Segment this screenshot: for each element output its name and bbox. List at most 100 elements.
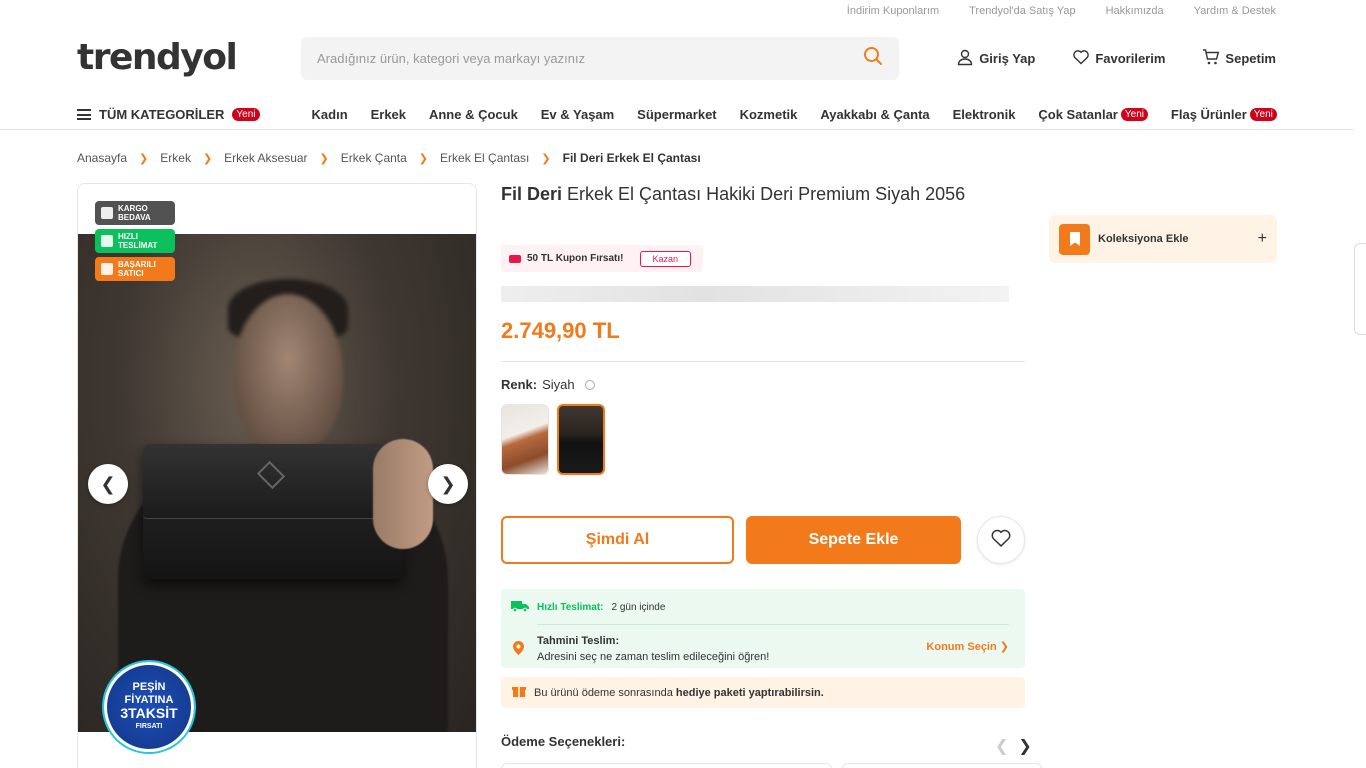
info-icon[interactable] (584, 379, 595, 390)
coupon-banner: 50 TL Kupon Fırsatı! Kazan (501, 245, 703, 272)
link-discount-coupons[interactable]: İndirim Kuponlarım (847, 5, 939, 17)
login-button[interactable]: Giriş Yap (956, 48, 1035, 69)
truck-icon (511, 600, 529, 615)
nav-item-elektronik[interactable]: Elektronik (953, 107, 1016, 122)
plus-icon: + (1257, 230, 1267, 247)
all-categories-button[interactable]: TÜM KATEGORİLER Yeni (77, 107, 260, 122)
side-tab[interactable] (1354, 243, 1366, 335)
next-image-button[interactable]: ❯ (428, 464, 468, 504)
nav-item-ayakkabi-canta[interactable]: Ayakkabı & Çanta (820, 107, 929, 122)
nav-item-ev-yasam[interactable]: Ev & Yaşam (541, 107, 614, 122)
color-value: Siyah (542, 377, 575, 392)
divider (537, 624, 1009, 625)
category-nav: TÜM KATEGORİLER Yeni Kadın Erkek Anne & … (77, 100, 1277, 128)
heart-icon (990, 527, 1012, 554)
delivery-info: Hızlı Teslimat: 2 gün içinde Tahmini Tes… (501, 589, 1025, 668)
nav-item-label: Çok Satanlar (1038, 106, 1118, 122)
chevron-right-icon: ❯ (319, 152, 329, 165)
top-links: İndirim Kuponlarım Trendyol'da Satış Yap… (847, 5, 1276, 17)
breadcrumb-item[interactable]: Erkek (160, 151, 191, 165)
product-image[interactable] (78, 234, 476, 732)
breadcrumb-item[interactable]: Erkek Aksesuar (224, 151, 307, 165)
add-to-collection-button[interactable]: Koleksiyona Ekle + (1049, 215, 1277, 263)
breadcrumb-item[interactable]: Anasayfa (77, 151, 127, 165)
header-actions: Giriş Yap Favorilerim Sepetim (956, 48, 1276, 69)
new-badge: Yeni (1249, 107, 1277, 121)
heart-icon (1072, 48, 1090, 69)
estimated-delivery-text: Adresini seç ne zaman teslim edileceğini… (537, 651, 770, 663)
chevron-left-icon[interactable]: ❮ (995, 736, 1008, 756)
gift-text-bold: hediye paketi yaptırabilirsin. (675, 686, 824, 699)
chevron-left-icon: ❮ (100, 473, 116, 494)
coupon-icon (509, 254, 521, 263)
payment-options-nav: ❮ ❯ (995, 736, 1032, 756)
loading-placeholder (501, 286, 1009, 302)
chevron-right-icon: ❯ (541, 152, 551, 165)
chevron-right-icon: ❯ (202, 152, 213, 165)
color-option-black[interactable] (557, 404, 605, 475)
bookmark-icon (1059, 223, 1090, 255)
nav-item-kadin[interactable]: Kadın (312, 107, 348, 122)
user-icon (956, 48, 974, 69)
breadcrumb: Anasayfa ❯ Erkek ❯ Erkek Aksesuar ❯ Erke… (77, 151, 701, 165)
link-help[interactable]: Yardım & Destek (1194, 5, 1276, 17)
nav-item-cok-satanlar[interactable]: Çok Satanlar Yeni (1038, 107, 1148, 122)
gift-icon (512, 684, 526, 701)
color-option-brown[interactable] (501, 404, 549, 475)
menu-icon (77, 108, 91, 120)
login-label: Giriş Yap (979, 51, 1036, 66)
fast-delivery-row: Hızlı Teslimat: 2 gün içinde (511, 600, 665, 615)
chevron-right-icon: ❯ (418, 152, 429, 165)
product-brand[interactable]: Fil Deri (501, 184, 562, 204)
favorites-button[interactable]: Favorilerim (1072, 48, 1165, 69)
badge-label: BAŞARILI SATICI (118, 260, 156, 278)
nav-item-kozmetik[interactable]: Kozmetik (740, 107, 798, 122)
promo-line: FIRSATI (135, 723, 163, 730)
installment-promo-badge: PEŞİN FİYATINA 3TAKSİT FIRSATI (104, 662, 194, 752)
search-bar[interactable]: Aradığınız ürün, kategori veya markayı y… (301, 37, 899, 80)
select-location-label: Konum Seçin (926, 641, 997, 653)
payment-option-card[interactable] (501, 763, 832, 768)
nav-item-erkek[interactable]: Erkek (371, 107, 406, 122)
color-selector-label: Renk: Siyah (501, 377, 595, 392)
search-input[interactable]: Aradığınız ürün, kategori veya markayı y… (317, 51, 863, 66)
previous-image-button[interactable]: ❮ (88, 464, 128, 504)
new-badge: Yeni (232, 107, 260, 121)
chevron-right-icon[interactable]: ❯ (1018, 736, 1031, 756)
cart-icon (1202, 48, 1220, 69)
gift-text-normal: Bu ürünü ödeme sonrasında (534, 686, 673, 699)
payment-option-card[interactable] (842, 763, 1042, 768)
divider (501, 361, 1025, 362)
search-icon[interactable] (863, 46, 883, 71)
gift-text: Bu ürünü ödeme sonrasında hediye paketi … (534, 687, 824, 699)
add-to-cart-button[interactable]: Sepete Ekle (746, 516, 961, 564)
nav-item-supermarket[interactable]: Süpermarket (637, 107, 716, 122)
estimated-delivery-title: Tahmini Teslim: (537, 635, 620, 647)
breadcrumb-item[interactable]: Erkek El Çantası (440, 151, 529, 165)
product-title: Fil Deri Erkek El Çantası Hakiki Deri Pr… (501, 184, 965, 205)
link-about[interactable]: Hakkımızda (1106, 5, 1164, 17)
cart-button[interactable]: Sepetim (1202, 48, 1276, 69)
seller-icon (101, 263, 113, 275)
color-label: Renk: (501, 377, 538, 392)
box-icon (101, 207, 113, 219)
cart-label: Sepetim (1225, 51, 1276, 66)
nav-item-flas-urunler[interactable]: Flaş Ürünler Yeni (1171, 107, 1277, 122)
gift-package-banner: Bu ürünü ödeme sonrasında hediye paketi … (501, 677, 1025, 708)
link-sell-on-trendyol[interactable]: Trendyol'da Satış Yap (969, 5, 1075, 17)
claim-coupon-button[interactable]: Kazan (639, 250, 692, 267)
promo-line: PEŞİN (132, 681, 166, 693)
fast-delivery-label: Hızlı Teslimat: (537, 602, 604, 613)
breadcrumb-item[interactable]: Erkek Çanta (341, 151, 407, 165)
buy-now-button[interactable]: Şimdi Al (501, 516, 734, 564)
favorite-button[interactable] (977, 516, 1025, 564)
logo[interactable]: trendyol (77, 37, 238, 78)
nav-divider (0, 129, 1354, 130)
chevron-right-icon: ❯ (999, 641, 1009, 653)
product-badges: KARGO BEDAVA HIZLI TESLİMAT BAŞARILI SAT… (95, 201, 175, 281)
select-location-button[interactable]: Konum Seçin ❯ (926, 640, 1009, 653)
badge-label: HIZLI TESLİMAT (118, 232, 158, 250)
nav-item-anne-cocuk[interactable]: Anne & Çocuk (429, 107, 518, 122)
image-shape (233, 294, 343, 454)
new-badge: Yeni (1120, 107, 1148, 121)
